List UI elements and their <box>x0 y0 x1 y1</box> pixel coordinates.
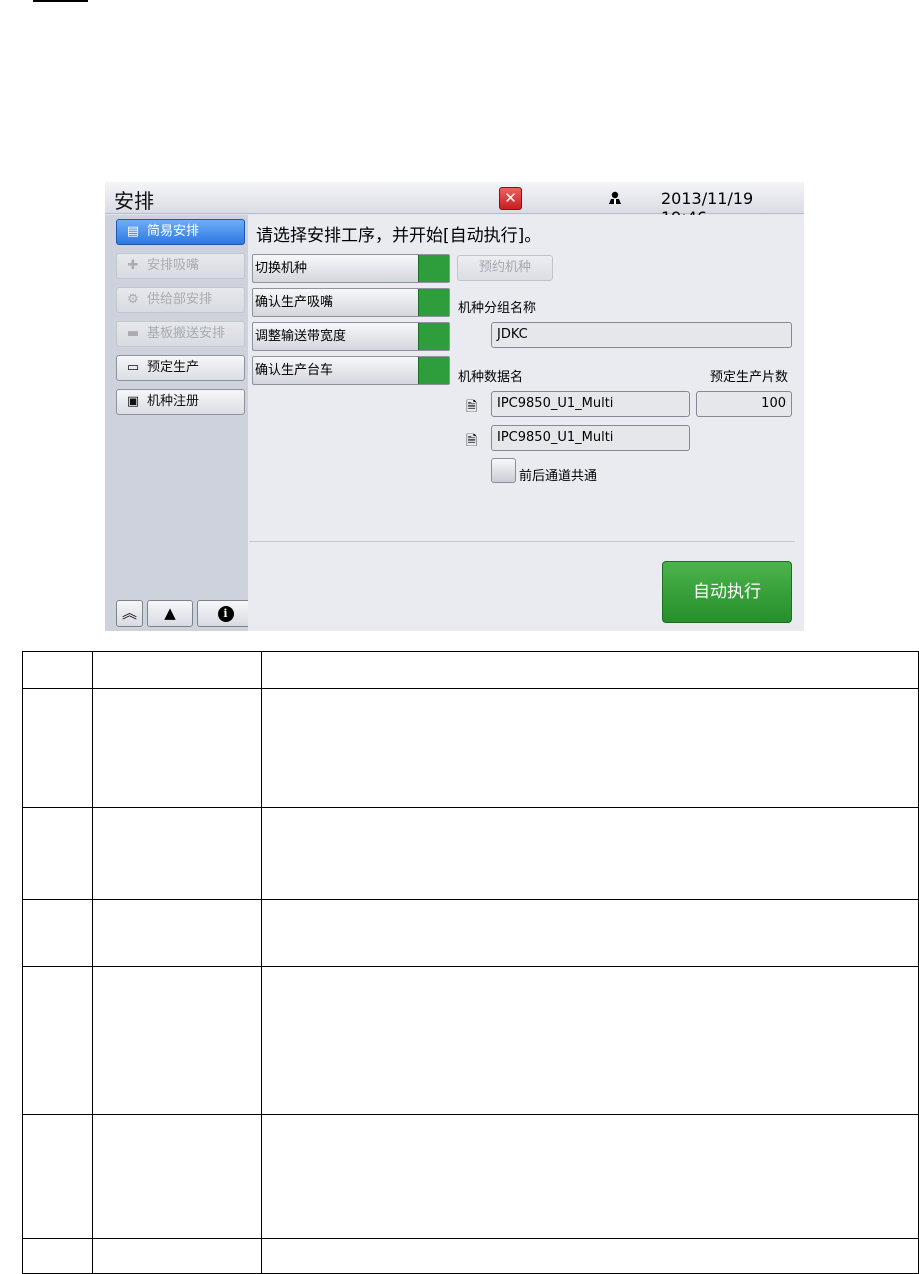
table-row <box>22 899 919 967</box>
status-indicator <box>418 255 449 282</box>
planned-count-label: 预定生产片数 <box>710 370 789 385</box>
group-name-field[interactable]: JDKC <box>491 322 792 348</box>
model-data-label: 机种数据名 <box>458 370 524 385</box>
divider <box>249 541 795 542</box>
nav-label: 机种注册 <box>147 394 200 409</box>
step-label: 调整输送带宽度 <box>255 329 347 344</box>
table-row <box>22 688 919 808</box>
warning-icon: ▲ <box>164 604 176 622</box>
rear-file-icon: 🗎 <box>466 433 478 449</box>
step-label: 确认生产台车 <box>255 363 334 378</box>
group-name-label: 机种分组名称 <box>458 301 537 316</box>
table-row <box>22 1114 919 1239</box>
auto-execute-button[interactable]: 自动执行 <box>662 561 792 623</box>
title-bar: 安排 ✕ 2013/11/19 19:46 <box>105 182 804 227</box>
warning-button[interactable]: ▲ <box>147 600 193 627</box>
window-title: 安排 <box>114 189 154 213</box>
user-icon <box>609 191 621 204</box>
header-rule <box>33 0 88 2</box>
step-label: 确认生产吸嘴 <box>255 295 334 310</box>
double-chevron-up-icon: ︽ <box>121 604 137 622</box>
close-button[interactable]: ✕ <box>499 187 522 210</box>
front-data-field[interactable]: IPC9850_U1_Multi <box>491 391 690 417</box>
table-row <box>22 1238 919 1274</box>
sidebar: ▤ 简易安排 ✚ 安排吸嘴 ⚙ 供给部安排 ▬ 基板搬送安排 ▭ 预定生产 ▣ 机种注册 ︽… <box>105 215 254 631</box>
arrange-screen: 安排 ✕ 2013/11/19 19:46 ▤ 简易安排 ✚ 安排吸嘴 ⚙ 供给部安排… <box>105 182 804 631</box>
shared-lane-checkbox[interactable] <box>491 458 516 483</box>
table-row <box>22 807 919 900</box>
clipboard-icon: ▭ <box>126 360 140 375</box>
step-adjust-conveyor[interactable]: 调整输送带宽度 <box>252 322 450 351</box>
nav-planned-production[interactable]: ▭ 预定生产 <box>116 355 245 381</box>
rear-data-field[interactable]: IPC9850_U1_Multi <box>491 425 690 451</box>
table-row <box>22 966 919 1115</box>
step-switch-model[interactable]: 切换机种 <box>252 254 450 283</box>
info-icon: i <box>217 605 234 622</box>
planned-count-field[interactable]: 100 <box>696 391 792 417</box>
register-icon: ▣ <box>126 394 140 409</box>
status-indicator <box>418 323 449 350</box>
add-nozzle-icon: ✚ <box>127 258 139 273</box>
shared-lane-label: 前后通道共通 <box>519 469 598 484</box>
nav-model-register[interactable]: ▣ 机种注册 <box>116 389 245 415</box>
feeder-icon: ⚙ <box>127 292 139 307</box>
nav-feeder-arrange[interactable]: ⚙ 供给部安排 <box>116 287 245 313</box>
step-confirm-nozzle[interactable]: 确认生产吸嘴 <box>252 288 450 317</box>
table-row <box>22 651 919 689</box>
nav-label: 基板搬送安排 <box>147 326 226 341</box>
close-icon: ✕ <box>504 189 517 207</box>
info-button[interactable]: i <box>197 600 254 627</box>
reserve-model-button[interactable]: 预约机种 <box>457 255 553 281</box>
nav-label: 简易安排 <box>147 224 200 239</box>
scroll-up-button[interactable]: ︽ <box>116 600 143 627</box>
step-confirm-cart[interactable]: 确认生产台车 <box>252 356 450 385</box>
simple-arrange-icon: ▤ <box>126 224 140 239</box>
nav-arrange-nozzle[interactable]: ✚ 安排吸嘴 <box>116 253 245 279</box>
nav-label: 安排吸嘴 <box>147 258 200 273</box>
nav-label: 供给部安排 <box>147 292 213 307</box>
nav-label: 预定生产 <box>147 360 200 375</box>
nav-simple-arrange[interactable]: ▤ 简易安排 <box>116 219 245 245</box>
status-indicator <box>418 289 449 316</box>
front-file-icon: 🗎 <box>466 399 478 415</box>
nav-conveyor-arrange[interactable]: ▬ 基板搬送安排 <box>116 321 245 347</box>
status-indicator <box>418 357 449 384</box>
instruction-prompt: 请选择安排工序，并开始[自动执行]。 <box>256 226 542 246</box>
conveyor-icon: ▬ <box>126 326 140 341</box>
step-label: 切换机种 <box>255 261 308 276</box>
description-table <box>22 651 919 1274</box>
